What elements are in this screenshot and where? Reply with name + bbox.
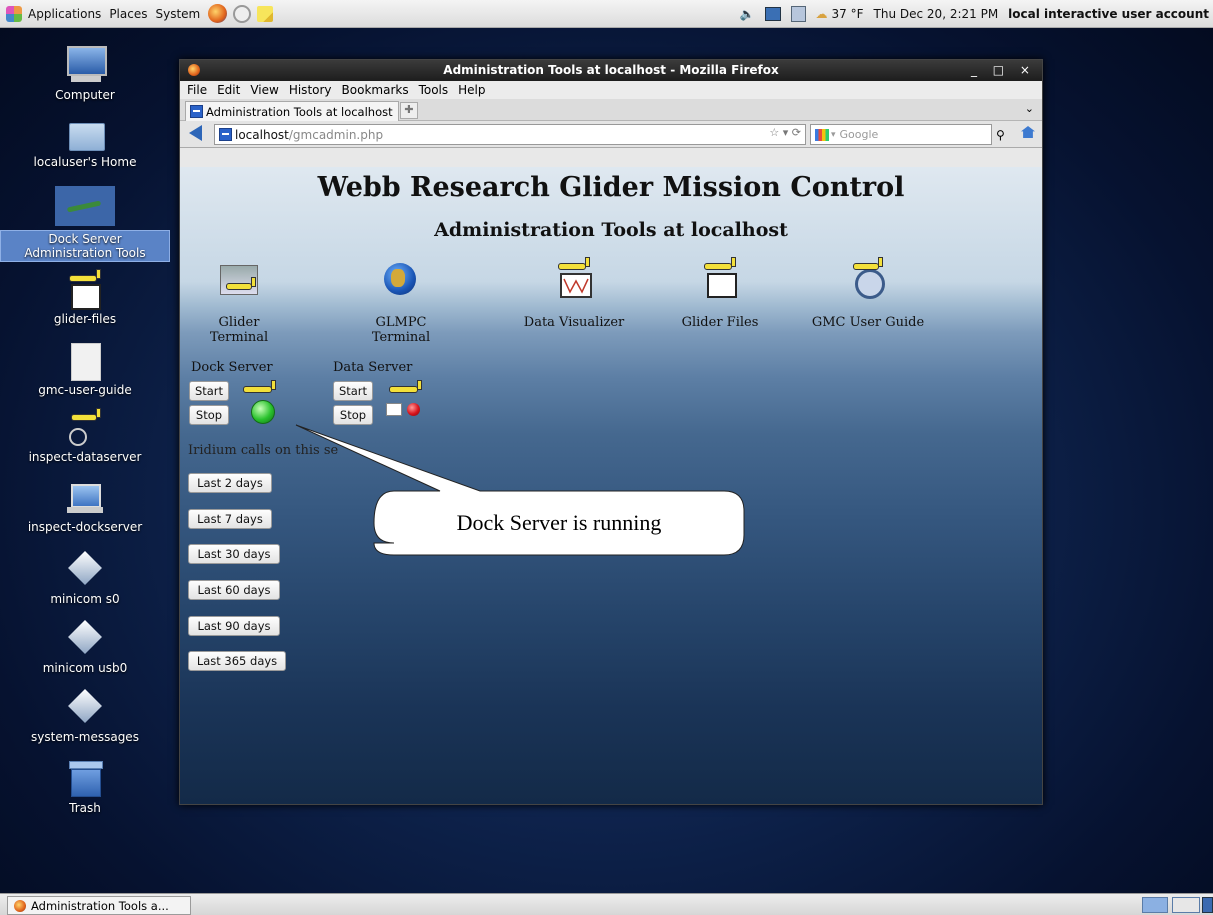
menu-tools[interactable]: Tools [419,83,449,97]
menu-help[interactable]: Help [458,83,485,97]
computer-icon [65,44,107,84]
desktop-icon-label: Trash [69,801,101,815]
menu-history[interactable]: History [289,83,332,97]
document-icon [65,343,105,381]
desktop-icon-computer[interactable]: Computer [0,44,170,102]
updates-icon[interactable] [790,5,806,22]
desktop-icon-gmc-user-guide[interactable]: gmc-user-guide [0,343,170,397]
window-titlebar[interactable]: Administration Tools at localhost - Mozi… [180,60,1042,81]
search-engine-icon[interactable] [815,128,829,141]
favicon-icon [190,105,203,118]
desktop-icon-trash[interactable]: Trash [0,761,170,815]
tab-bar: Administration Tools at localhost ✚ ⌄ [180,99,1042,121]
clock[interactable]: Thu Dec 20, 2:21 PM [874,7,999,21]
page-content: Webb Research Glider Mission Control Adm… [180,167,1042,804]
taskbar-window-label: Administration Tools a... [31,898,169,913]
desktop-icon-label: system-messages [31,730,139,744]
trash-icon [65,761,105,797]
desktop-icon-label: Dock Server Administration Tools [0,230,170,262]
panel-status: 🔈 ☁ 37 °F Thu Dec 20, 2:21 PM local inte… [730,0,1209,27]
inspect-dataserver-icon [65,408,105,446]
glider-icon [55,186,115,226]
window-title: Administration Tools at localhost - Mozi… [443,63,779,77]
diamond-icon [65,689,105,726]
desktop-icon-inspect-dockserver[interactable]: inspect-dockserver [0,482,170,534]
desktop-icon-label: inspect-dockserver [27,520,143,534]
desktop-icon-label: Computer [55,88,115,102]
desktop-icon-minicom-s0[interactable]: minicom s0 [0,551,170,606]
user-menu[interactable]: local interactive user account [1008,7,1209,21]
browser-menubar: File Edit View History Bookmarks Tools H… [180,81,1042,99]
weather-text[interactable]: 37 °F [832,7,864,21]
laptop-icon [65,482,105,516]
home-folder-icon [65,119,105,151]
bottom-panel: Administration Tools a... [0,893,1213,915]
tab-label: Administration Tools at localhost [206,104,393,119]
desktop-icon-label: localuser's Home [33,155,137,169]
desktop-icon-label: gmc-user-guide [38,383,132,397]
workspace-2[interactable] [1172,897,1200,913]
firefox-window: Administration Tools at localhost - Mozi… [179,59,1043,805]
back-arrow-icon[interactable] [189,125,202,141]
volume-icon[interactable]: 🔈 [740,7,755,21]
search-placeholder: Google [839,128,879,141]
weather-icon: ☁ [815,6,828,21]
callout-text: Dock Server is running [456,510,662,535]
desktop-icon-home[interactable]: localuser's Home [0,119,170,169]
search-box[interactable]: ▾ Google [810,124,992,145]
applications-icon [6,5,22,22]
diamond-icon [65,620,105,657]
trash-applet-icon[interactable] [1202,897,1213,913]
firefox-icon [188,64,200,76]
glider-files-icon [65,269,105,310]
workspace-1[interactable] [1142,897,1168,913]
taskbar-window-button[interactable]: Administration Tools a... [7,896,191,915]
menu-view[interactable]: View [250,83,278,97]
desktop-icon-label: glider-files [53,312,117,326]
window-controls[interactable]: _ □ × [971,60,1036,81]
desktop-icon-inspect-dataserver[interactable]: inspect-dataserver [0,408,170,464]
system-menu[interactable]: System [155,7,200,21]
desktop-icon-dock-server-admin[interactable]: Dock Server Administration Tools [0,186,170,262]
desktop-icon-system-messages[interactable]: system-messages [0,689,170,744]
desktop-icon-minicom-usb0[interactable]: minicom usb0 [0,620,170,675]
diamond-icon [65,551,105,588]
url-path: /gmcadmin.php [288,127,384,142]
network-icon[interactable] [764,6,781,21]
bookmark-star-icon[interactable]: ☆ ▾ ⟳ [769,126,801,139]
top-panel: Applications Places System 🔈 ☁ 37 °F Thu… [0,0,1213,28]
url-host: localhost [235,127,289,142]
menu-file[interactable]: File [187,83,207,97]
tab-list-chevron-icon[interactable]: ⌄ [1025,102,1034,115]
home-icon[interactable] [1021,126,1035,138]
email-launcher-icon[interactable] [233,4,252,23]
navigation-bar: localhost/gmcadmin.php ☆ ▾ ⟳ ▾ Google ⚲ [180,121,1042,148]
desktop-icon-glider-files[interactable]: glider-files [0,269,170,326]
callout-balloon [295,424,745,556]
notes-launcher-icon[interactable] [257,5,274,22]
desktop-icon-label: inspect-dataserver [28,450,142,464]
tab-admin-tools[interactable]: Administration Tools at localhost [185,101,399,121]
url-bar[interactable]: localhost/gmcadmin.php ☆ ▾ ⟳ [214,124,806,145]
desktop-icon-label: minicom usb0 [42,661,128,675]
new-tab-button[interactable]: ✚ [400,102,418,119]
firefox-launcher-icon[interactable] [208,4,228,23]
favicon-icon [219,128,232,141]
menu-edit[interactable]: Edit [217,83,240,97]
menu-bookmarks[interactable]: Bookmarks [342,83,409,97]
firefox-icon [14,899,26,912]
panel-menus: Applications Places System [6,4,279,23]
binoculars-icon[interactable]: ⚲ [996,128,1005,142]
places-menu[interactable]: Places [109,7,147,21]
desktop-icon-label: minicom s0 [50,592,120,606]
applications-menu[interactable]: Applications [28,7,101,21]
chevron-down-icon[interactable]: ▾ [831,130,836,140]
